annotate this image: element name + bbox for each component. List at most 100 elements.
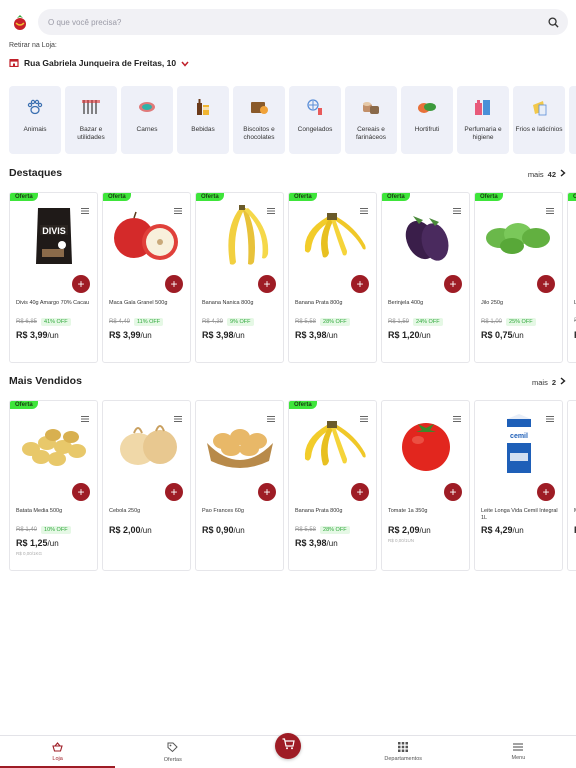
- list-icon[interactable]: [174, 409, 182, 422]
- search-bar[interactable]: [38, 9, 568, 35]
- store-selector[interactable]: Rua Gabriela Junqueira de Freitas, 10: [9, 54, 189, 72]
- meat-icon: [136, 96, 158, 118]
- discount-tag: 28% OFF: [320, 526, 350, 534]
- add-to-cart-button[interactable]: +: [72, 275, 90, 293]
- product-price: R$ 3,98/un: [295, 538, 338, 548]
- nav-ofertas[interactable]: Ofertas: [115, 736, 230, 768]
- product-price: R$ 2,00/un: [109, 525, 152, 535]
- nav-departamentos[interactable]: Departamentos: [346, 736, 461, 768]
- price-value: R$ 3,99: [109, 330, 141, 340]
- list-icon[interactable]: [546, 409, 554, 422]
- nav-menu[interactable]: Menu: [461, 736, 576, 768]
- section-title-mais-vendidos: Mais Vendidos: [9, 375, 82, 387]
- product-price: R$ 3,98/un: [295, 330, 338, 340]
- product-card[interactable]: O Lo R R: [567, 192, 576, 363]
- price-value: R$ 2,09: [388, 525, 420, 535]
- category-hortifruti[interactable]: Hortifruti: [401, 86, 453, 154]
- list-icon[interactable]: [81, 409, 89, 422]
- product-price: R$ 3,98/un: [202, 330, 245, 340]
- category-partial[interactable]: [569, 86, 576, 154]
- product-card[interactable]: Oferta + Berinjela 400g R$ 1,59 24% OFF …: [381, 192, 470, 363]
- product-card[interactable]: + Pao Frances 60g R$ 0,90/un: [195, 400, 284, 571]
- svg-text:DIVIS: DIVIS: [42, 226, 66, 236]
- cookies-icon: [248, 96, 270, 118]
- price-value: R$ 3,98: [295, 538, 327, 548]
- search-input[interactable]: [48, 17, 546, 27]
- add-to-cart-button[interactable]: +: [165, 275, 183, 293]
- header: [8, 8, 568, 36]
- product-price: R$ 1,20/un: [388, 330, 431, 340]
- cart-button[interactable]: [275, 733, 301, 759]
- old-price: R$ 1,40: [16, 527, 38, 533]
- product-card[interactable]: + Cebola 250g R$ 2,00/un: [102, 400, 191, 571]
- category-biscoitos[interactable]: Biscoitos e chocolates: [233, 86, 285, 154]
- product-card[interactable]: Oferta + Maca Gala Granel 500g R$ 4,49 1…: [102, 192, 191, 363]
- category-bebidas[interactable]: Bebidas: [177, 86, 229, 154]
- category-bazar[interactable]: Bazar e utilidades: [65, 86, 117, 154]
- price-value: R$ 3,98: [202, 330, 234, 340]
- menu-icon: [513, 743, 524, 753]
- search-icon[interactable]: [546, 15, 560, 29]
- list-icon[interactable]: [81, 201, 89, 214]
- list-icon[interactable]: [453, 409, 461, 422]
- product-card[interactable]: DIVIS Oferta + Divis 40g Amargo 70% Caca…: [9, 192, 98, 363]
- category-label: Carnes: [136, 126, 158, 133]
- product-name: Pao Frances 60g: [202, 508, 244, 514]
- category-congelados[interactable]: Congelados: [289, 86, 341, 154]
- product-card[interactable]: Oferta + Batata Media 500g R$ 1,40 10% O…: [9, 400, 98, 571]
- product-card[interactable]: cemil + Leite Longa Vida Cemil Integral …: [474, 400, 563, 571]
- add-to-cart-button[interactable]: +: [351, 275, 369, 293]
- destaques-more-link[interactable]: mais 42: [528, 169, 566, 179]
- discount-tag: 41% OFF: [41, 318, 71, 326]
- product-card[interactable]: + Tomate 1a 350g R$ 2,09/un R$ 0,00/1UN: [381, 400, 470, 571]
- product-card[interactable]: Oferta + Jilo 250g R$ 1,00 25% OFF R$ 0,…: [474, 192, 563, 363]
- offer-badge: Oferta: [10, 193, 38, 201]
- add-to-cart-button[interactable]: +: [444, 275, 462, 293]
- mais-vendidos-more-link[interactable]: mais 2: [532, 377, 566, 387]
- product-name: Banana Nanica 800g: [202, 300, 254, 306]
- price-value: R$ 0,75: [481, 330, 513, 340]
- list-icon[interactable]: [267, 409, 275, 422]
- category-frios[interactable]: Frios e laticínios: [513, 86, 565, 154]
- perfume-icon: [472, 96, 494, 118]
- category-label: Bazar e utilidades: [77, 126, 105, 141]
- price-unit: /un: [233, 526, 245, 535]
- add-to-cart-button[interactable]: +: [351, 483, 369, 501]
- list-icon[interactable]: [267, 201, 275, 214]
- category-animais[interactable]: Animais: [9, 86, 61, 154]
- section-title-destaques: Destaques: [9, 167, 63, 179]
- chevron-down-icon[interactable]: [181, 54, 189, 72]
- category-label: Biscoitos e chocolates: [243, 126, 275, 141]
- list-icon[interactable]: [546, 201, 554, 214]
- product-price: R$ 1,25/un: [16, 538, 59, 548]
- product-card[interactable]: Oferta + Banana Prata 800g R$ 5,58 28% O…: [288, 192, 377, 363]
- list-icon[interactable]: [360, 409, 368, 422]
- category-perfumaria[interactable]: Perfumaria e higiene: [457, 86, 509, 154]
- discount-tag: 28% OFF: [320, 318, 350, 326]
- destaques-product-row: DIVIS Oferta + Divis 40g Amargo 70% Caca…: [9, 192, 576, 363]
- category-cereais[interactable]: Cereais e farináceos: [345, 86, 397, 154]
- nav-label: Loja: [52, 756, 63, 762]
- pickup-label: Retirar na Loja:: [9, 42, 57, 49]
- add-to-cart-button[interactable]: +: [258, 483, 276, 501]
- add-to-cart-button[interactable]: +: [537, 275, 555, 293]
- add-to-cart-button[interactable]: +: [258, 275, 276, 293]
- category-carnes[interactable]: Carnes: [121, 86, 173, 154]
- add-to-cart-button[interactable]: +: [165, 483, 183, 501]
- product-price: R$ 0,90/un: [202, 525, 245, 535]
- list-icon[interactable]: [174, 201, 182, 214]
- product-card[interactable]: M R: [567, 400, 576, 571]
- add-to-cart-button[interactable]: +: [444, 483, 462, 501]
- list-icon[interactable]: [360, 201, 368, 214]
- old-price: R$ 4,39: [202, 319, 224, 325]
- product-name: Tomate 1a 350g: [388, 508, 428, 514]
- offer-badge: O: [568, 193, 576, 201]
- product-card[interactable]: Oferta + Banana Nanica 800g R$ 4,39 9% O…: [195, 192, 284, 363]
- add-to-cart-button[interactable]: +: [72, 483, 90, 501]
- add-to-cart-button[interactable]: +: [537, 483, 555, 501]
- product-card[interactable]: Oferta + Banana Prata 800g R$ 5,58 28% O…: [288, 400, 377, 571]
- list-icon[interactable]: [453, 201, 461, 214]
- old-price-row: R$ 1,59 24% OFF: [388, 318, 443, 326]
- store-logo-icon[interactable]: [10, 12, 30, 32]
- nav-loja[interactable]: Loja: [0, 736, 116, 768]
